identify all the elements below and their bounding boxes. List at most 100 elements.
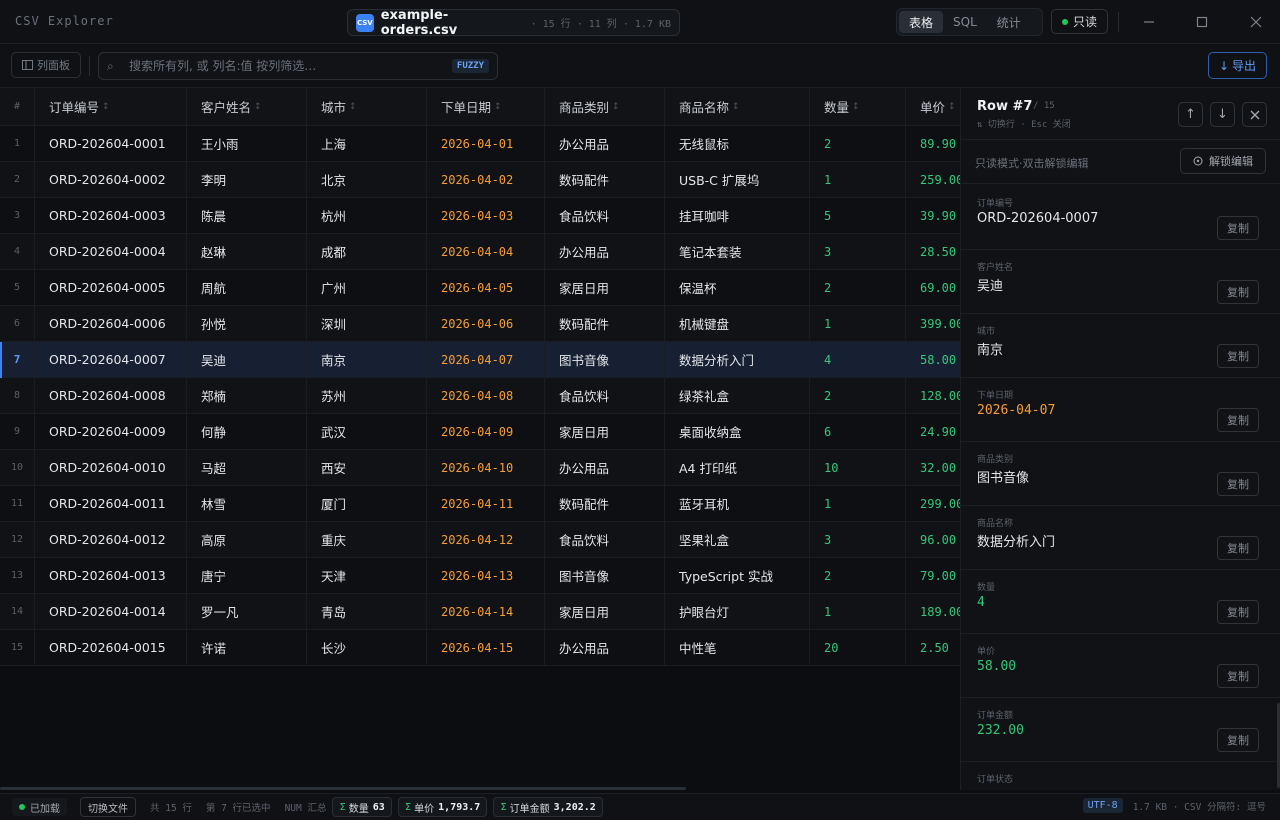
cell-order-id[interactable]: ORD-202604-0007 — [35, 342, 187, 377]
cell-unit-price[interactable]: 39.90 — [906, 198, 960, 233]
cell-order-date[interactable]: 2026-04-11 — [427, 486, 545, 521]
cell-index[interactable]: 6 — [0, 306, 35, 341]
cell-order-id[interactable]: ORD-202604-0003 — [35, 198, 187, 233]
cell-customer[interactable]: 陈晨 — [187, 198, 307, 233]
close-panel-button[interactable] — [1242, 102, 1267, 127]
cell-index[interactable]: 4 — [0, 234, 35, 269]
column-header-order-id[interactable]: 订单编号 ↕ — [35, 88, 187, 125]
cell-order-id[interactable]: ORD-202604-0006 — [35, 306, 187, 341]
cell-order-id[interactable]: ORD-202604-0012 — [35, 522, 187, 557]
cell-unit-price[interactable]: 299.00 — [906, 486, 960, 521]
next-row-button[interactable]: ↓ — [1210, 102, 1235, 127]
cell-city[interactable]: 天津 — [307, 558, 427, 593]
cell-category[interactable]: 家居日用 — [545, 270, 665, 305]
cell-index[interactable]: 15 — [0, 630, 35, 665]
column-header-quantity[interactable]: 数量 ↕ — [810, 88, 906, 125]
cell-quantity[interactable]: 10 — [810, 450, 906, 485]
cell-product[interactable]: 挂耳咖啡 — [665, 198, 810, 233]
cell-city[interactable]: 深圳 — [307, 306, 427, 341]
cell-quantity[interactable]: 2 — [810, 270, 906, 305]
cell-city[interactable]: 西安 — [307, 450, 427, 485]
cell-index[interactable]: 5 — [0, 270, 35, 305]
cell-city[interactable]: 杭州 — [307, 198, 427, 233]
cell-city[interactable]: 长沙 — [307, 630, 427, 665]
cell-index[interactable]: 2 — [0, 162, 35, 197]
column-header-index[interactable]: # — [0, 88, 35, 125]
copy-button[interactable]: 复制 — [1217, 600, 1259, 624]
tab-table[interactable]: 表格 — [899, 11, 944, 33]
cell-unit-price[interactable]: 24.90 — [906, 414, 960, 449]
cell-quantity[interactable]: 1 — [810, 162, 906, 197]
search-input[interactable] — [127, 59, 452, 73]
cell-order-id[interactable]: ORD-202604-0010 — [35, 450, 187, 485]
cell-city[interactable]: 重庆 — [307, 522, 427, 557]
cell-product[interactable]: 绿茶礼盒 — [665, 378, 810, 413]
cell-product[interactable]: 桌面收纳盒 — [665, 414, 810, 449]
cell-customer[interactable]: 唐宁 — [187, 558, 307, 593]
cell-category[interactable]: 办公用品 — [545, 234, 665, 269]
cell-order-id[interactable]: ORD-202604-0001 — [35, 126, 187, 161]
cell-unit-price[interactable]: 32.00 — [906, 450, 960, 485]
cell-unit-price[interactable]: 189.00 — [906, 594, 960, 629]
copy-button[interactable]: 复制 — [1217, 216, 1259, 240]
cell-unit-price[interactable]: 2.50 — [906, 630, 960, 665]
cell-city[interactable]: 成都 — [307, 234, 427, 269]
table-row[interactable]: 6 ORD-202604-0006 孙悦 深圳 2026-04-06 数码配件 机械键盘 1 3… — [0, 306, 960, 342]
cell-category[interactable]: 图书音像 — [545, 558, 665, 593]
cell-index[interactable]: 14 — [0, 594, 35, 629]
cell-quantity[interactable]: 5 — [810, 198, 906, 233]
sort-icon[interactable]: ↕ — [254, 102, 262, 112]
cell-quantity[interactable]: 1 — [810, 306, 906, 341]
cell-order-date[interactable]: 2026-04-06 — [427, 306, 545, 341]
cell-unit-price[interactable]: 69.00 — [906, 270, 960, 305]
table-row[interactable]: 15 ORD-202604-0015 许诺 长沙 2026-04-15 办公用品 中性笔 20… — [0, 630, 960, 666]
cell-order-id[interactable]: ORD-202604-0008 — [35, 378, 187, 413]
cell-quantity[interactable]: 4 — [810, 342, 906, 377]
column-header-product[interactable]: 商品名称 ↕ — [665, 88, 810, 125]
cell-order-id[interactable]: ORD-202604-0014 — [35, 594, 187, 629]
cell-city[interactable]: 南京 — [307, 342, 427, 377]
cell-city[interactable]: 苏州 — [307, 378, 427, 413]
table-row[interactable]: 12 ORD-202604-0012 高原 重庆 2026-04-12 食品饮料 坚果礼盒 3… — [0, 522, 960, 558]
column-header-order-date[interactable]: 下单日期 ↕ — [427, 88, 545, 125]
copy-button[interactable]: 复制 — [1217, 280, 1259, 304]
cell-quantity[interactable]: 6 — [810, 414, 906, 449]
cell-customer[interactable]: 罗一凡 — [187, 594, 307, 629]
cell-index[interactable]: 7 — [0, 342, 35, 377]
table-row[interactable]: 9 ORD-202604-0009 何静 武汉 2026-04-09 家居日用 桌面收纳盒 6… — [0, 414, 960, 450]
cell-product[interactable]: 蓝牙耳机 — [665, 486, 810, 521]
table-row[interactable]: 4 ORD-202604-0004 赵琳 成都 2026-04-04 办公用品 笔记本套装 3… — [0, 234, 960, 270]
cell-city[interactable]: 广州 — [307, 270, 427, 305]
cell-city[interactable]: 青岛 — [307, 594, 427, 629]
cell-category[interactable]: 图书音像 — [545, 342, 665, 377]
copy-button[interactable]: 复制 — [1217, 664, 1259, 688]
cell-customer[interactable]: 郑楠 — [187, 378, 307, 413]
table-row[interactable]: 8 ORD-202604-0008 郑楠 苏州 2026-04-08 食品饮料 绿茶礼盒 2 1… — [0, 378, 960, 414]
sort-icon[interactable]: ↕ — [732, 102, 740, 112]
cell-product[interactable]: 护眼台灯 — [665, 594, 810, 629]
sort-icon[interactable]: ↕ — [612, 102, 620, 112]
cell-category[interactable]: 食品饮料 — [545, 522, 665, 557]
cell-product[interactable]: TypeScript 实战 — [665, 558, 810, 593]
cell-city[interactable]: 厦门 — [307, 486, 427, 521]
table-row[interactable]: 3 ORD-202604-0003 陈晨 杭州 2026-04-03 食品饮料 挂耳咖啡 5 3… — [0, 198, 960, 234]
cell-product[interactable]: 无线鼠标 — [665, 126, 810, 161]
cell-order-date[interactable]: 2026-04-13 — [427, 558, 545, 593]
cell-quantity[interactable]: 3 — [810, 234, 906, 269]
fuzzy-toggle[interactable]: FUZZY — [451, 59, 489, 73]
cell-order-id[interactable]: ORD-202604-0005 — [35, 270, 187, 305]
maximize-button[interactable] — [1192, 12, 1212, 32]
prev-row-button[interactable]: ↑ — [1178, 102, 1203, 127]
cell-order-id[interactable]: ORD-202604-0004 — [35, 234, 187, 269]
cell-order-id[interactable]: ORD-202604-0009 — [35, 414, 187, 449]
cell-order-date[interactable]: 2026-04-09 — [427, 414, 545, 449]
cell-index[interactable]: 8 — [0, 378, 35, 413]
cell-unit-price[interactable]: 259.00 — [906, 162, 960, 197]
cell-customer[interactable]: 王小雨 — [187, 126, 307, 161]
cell-order-date[interactable]: 2026-04-04 — [427, 234, 545, 269]
column-panel-button[interactable]: 列面板 — [11, 52, 81, 78]
cell-order-id[interactable]: ORD-202604-0011 — [35, 486, 187, 521]
tab-sql[interactable]: SQL — [943, 11, 987, 33]
table-row[interactable]: 13 ORD-202604-0013 唐宁 天津 2026-04-13 图书音像 TypeS… — [0, 558, 960, 594]
copy-button[interactable]: 复制 — [1217, 408, 1259, 432]
